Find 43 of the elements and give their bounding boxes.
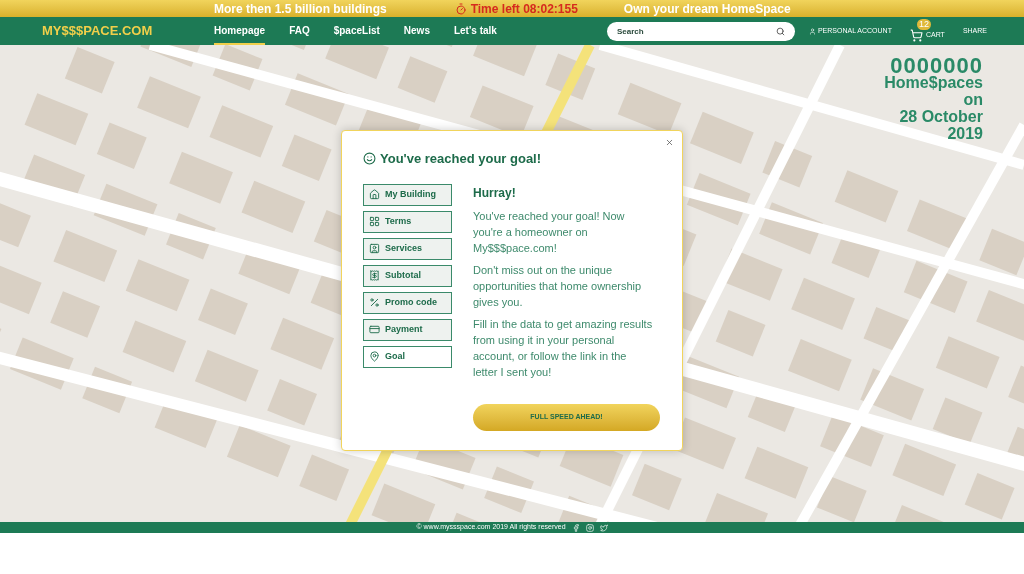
facebook-icon[interactable] [571,523,580,532]
dialog-title: You've reached your goal! [380,150,542,168]
user-icon [808,27,816,35]
step-item[interactable]: Promo code [363,291,452,314]
nav-link[interactable]: $paceList [333,17,380,45]
tagline: More then 1.5 billion buildings [214,0,387,18]
dialog-paragraph: You've reached your goal! Now you're a homeowner on My$$$pace.com! [473,208,626,256]
nav-link[interactable]: Let's talk [453,17,497,45]
search-field[interactable]: Search [606,21,795,41]
dialog-heading: Hurray! [473,184,517,202]
counter-text: 2019 [946,125,983,142]
smile-icon [363,152,376,166]
timer: Time left 08:02:155 [454,0,578,18]
step-item[interactable]: Terms [363,210,452,233]
cart-icon [909,28,923,42]
dialog-paragraph: Don't miss out on the unique opportunities that home ownership gives you. [473,262,643,310]
step-item[interactable]: Goal [363,345,452,368]
house-icon [369,189,380,200]
receipt-icon [369,270,380,281]
grid-icon [369,216,380,227]
cart-count: 12 [916,19,931,30]
instagram-icon[interactable] [585,523,594,532]
counter-text: on [962,91,983,108]
timer-icon [454,2,467,15]
pin-icon [369,351,380,362]
logo[interactable]: MY$$$PACE.COM [42,21,192,41]
counter-text: Home$paces [884,74,983,91]
counter-text: 28 October [898,108,983,125]
step-item[interactable]: Payment [363,318,452,341]
twitter-icon[interactable] [599,523,608,532]
close-icon[interactable] [665,138,674,147]
home-count: 0000000 [890,57,983,74]
step-item[interactable]: Subtotal [363,264,452,287]
nav-link[interactable]: News [403,17,430,45]
slogan: Own your dream HomeSpace [623,0,791,18]
step-item[interactable]: Services [363,237,452,260]
dialog-paragraph: Fill in the data to get amazing results from using it in your personal account, or follow the link in the letter I sent you! [473,316,653,380]
user-card-icon [369,243,380,254]
percent-icon [369,297,380,308]
step-item[interactable]: My Building [363,183,452,206]
search-icon[interactable] [775,26,785,36]
nav-link[interactable]: FAQ [289,17,310,45]
card-icon [369,324,380,335]
